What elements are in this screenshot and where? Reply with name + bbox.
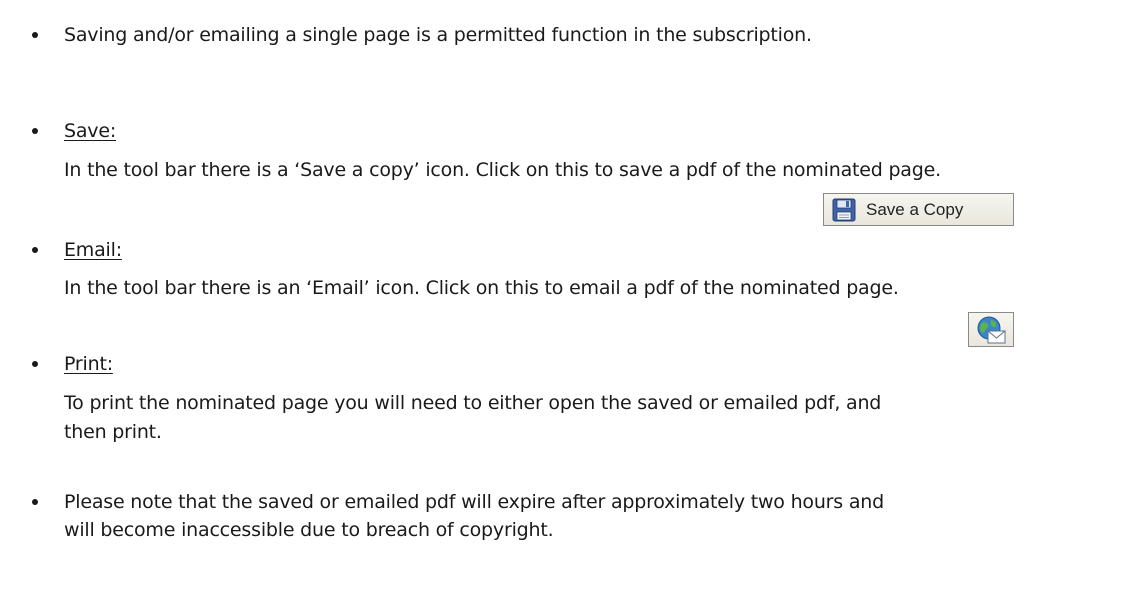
email-description: In the tool bar there is an ‘Email’ icon… [64, 277, 899, 299]
note-line-2: will become inaccessible due to breach o… [64, 519, 554, 541]
bullet-icon [30, 245, 40, 255]
globe-envelope-icon [977, 316, 1006, 343]
floppy-disk-icon [832, 198, 856, 221]
save-description: In the tool bar there is a ‘Save a copy’… [64, 159, 941, 181]
save-a-copy-label: Save a Copy [866, 199, 964, 219]
bullet-icon [30, 30, 40, 40]
save-heading: Save: [64, 120, 117, 142]
intro-text: Saving and/or emailing a single page is … [64, 24, 812, 46]
note-line-1: Please note that the saved or emailed pd… [64, 491, 884, 513]
bullet-icon [30, 126, 40, 136]
print-description-line-2: then print. [64, 421, 162, 443]
save-a-copy-button[interactable]: Save a Copy [823, 193, 1014, 226]
print-description-line-1: To print the nominated page you will nee… [64, 392, 882, 414]
print-heading: Print: [64, 353, 113, 375]
bullet-icon [30, 497, 40, 507]
bullet-icon [30, 359, 40, 369]
email-button[interactable] [968, 312, 1014, 347]
email-heading: Email: [64, 239, 122, 261]
